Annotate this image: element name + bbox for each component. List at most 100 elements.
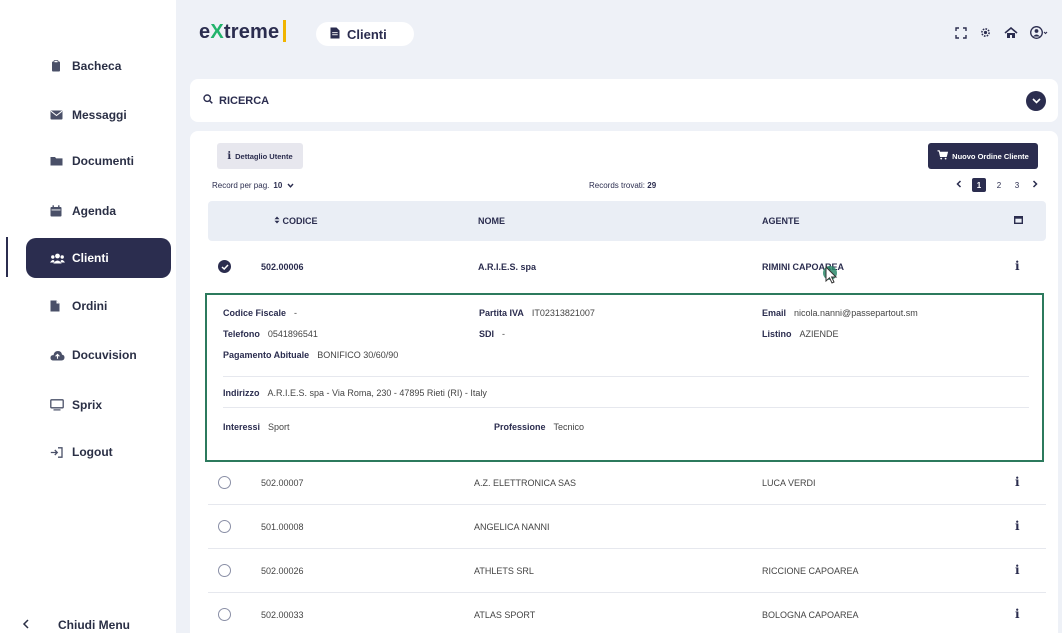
logo-bar — [283, 20, 287, 42]
sidebar-item-messaggi[interactable]: Messaggi — [26, 95, 171, 135]
envelope-icon — [50, 110, 72, 120]
chevron-down-icon — [287, 183, 294, 188]
column-header-codice[interactable]: CODICE — [274, 216, 318, 226]
sidebar-item-bacheca[interactable]: Bacheca — [26, 46, 171, 86]
column-header-nome[interactable]: NOME — [478, 216, 505, 226]
sidebar-item-label: Bacheca — [72, 59, 122, 73]
file-icon — [330, 27, 340, 42]
clients-table-card: i Dettaglio Utente Nuovo Ordine Cliente … — [190, 131, 1058, 633]
page-title: Clienti — [316, 22, 414, 46]
calendar-icon — [50, 205, 72, 217]
page-1-button[interactable]: 1 — [972, 178, 986, 192]
user-detail-button[interactable]: i Dettaglio Utente — [217, 143, 303, 169]
prev-page-button[interactable] — [954, 180, 964, 190]
detail-listino: Listino AZIENDE — [762, 329, 839, 339]
detail-pagamento: Pagamento Abituale BONIFICO 30/60/90 — [223, 350, 399, 360]
row-nome: A.R.I.E.S. spa — [478, 262, 537, 272]
chevron-left-icon — [22, 617, 58, 632]
divider — [223, 407, 1029, 408]
client-detail-panel: Codice Fiscale - Partita IVA IT02313821007… — [205, 293, 1044, 462]
page-3-button[interactable]: 3 — [1012, 181, 1022, 190]
active-indicator — [6, 237, 8, 277]
sidebar-item-label: Ordini — [72, 299, 108, 313]
folder-icon — [50, 156, 72, 166]
logout-icon — [50, 446, 72, 458]
users-icon — [50, 253, 72, 264]
user-menu-icon[interactable] — [1030, 26, 1048, 39]
new-order-button[interactable]: Nuovo Ordine Cliente — [928, 143, 1038, 169]
check-icon — [220, 263, 229, 270]
records-found: Records trovati: 29 — [589, 181, 657, 190]
column-header-agente[interactable]: AGENTE — [762, 216, 800, 226]
sidebar-item-label: Logout — [72, 445, 113, 459]
info-icon[interactable]: i — [1015, 475, 1020, 489]
table-row[interactable]: 502.00026 ATHLETS SRL RICCIONE CAPOAREA … — [208, 549, 1046, 593]
detail-telefono: Telefono 0541896541 — [223, 329, 318, 339]
records-per-page-select[interactable]: 10 — [273, 181, 294, 190]
info-icon[interactable]: i — [1015, 607, 1020, 621]
chevron-down-icon — [1031, 98, 1041, 104]
settings-icon[interactable] — [979, 26, 992, 39]
table-header: CODICE NOME AGENTE — [208, 201, 1046, 241]
divider — [223, 376, 1029, 377]
sidebar-item-logout[interactable]: Logout — [26, 432, 171, 472]
table-row[interactable]: 502.00033 ATLAS SPORT BOLOGNA CAPOAREA i — [208, 593, 1046, 633]
detail-interessi: Interessi Sport — [223, 422, 290, 432]
cart-icon — [937, 150, 949, 162]
detail-indirizzo: Indirizzo A.R.I.E.S. spa - Via Roma, 230 … — [223, 388, 487, 398]
column-toggle-icon[interactable] — [1013, 215, 1023, 226]
sort-icon — [274, 216, 283, 226]
page-2-button[interactable]: 2 — [994, 181, 1004, 190]
chevron-right-icon — [1032, 180, 1038, 188]
sidebar-item-agenda[interactable]: Agenda — [26, 191, 171, 231]
row-select-radio[interactable] — [218, 476, 231, 489]
info-icon[interactable]: i — [1015, 563, 1020, 577]
info-icon: i — [227, 150, 232, 162]
collapse-menu-button[interactable]: Chiudi Menu — [22, 617, 130, 632]
row-select-radio[interactable] — [218, 564, 231, 577]
detail-email: Email nicola.nanni@passepartout.sm — [762, 308, 918, 318]
info-icon[interactable]: i — [1015, 259, 1020, 273]
clipboard-icon — [50, 60, 72, 72]
monitor-icon — [50, 399, 72, 411]
sidebar-item-label: Messaggi — [72, 108, 127, 122]
detail-codice-fiscale: Codice Fiscale - — [223, 308, 298, 318]
mouse-cursor-icon — [823, 265, 838, 284]
pagination: 1 2 3 — [954, 178, 1040, 192]
sidebar-item-documenti[interactable]: Documenti — [26, 141, 171, 181]
cloud-upload-icon — [50, 350, 72, 361]
expand-search-button[interactable] — [1026, 91, 1046, 111]
row-select-radio[interactable] — [218, 608, 231, 621]
search-toggle-label[interactable]: RICERCA — [203, 94, 269, 107]
sidebar: Bacheca Messaggi Documenti Agenda Client… — [0, 0, 176, 633]
sidebar-item-docuvision[interactable]: Docuvision — [26, 335, 171, 375]
chevron-left-icon — [956, 180, 962, 188]
search-icon — [203, 94, 213, 107]
records-per-page: Record per pag. 10 — [212, 181, 294, 190]
sidebar-item-label: Sprix — [72, 398, 103, 412]
app-logo: eXtreme — [199, 20, 287, 44]
sidebar-item-label: Docuvision — [72, 348, 137, 362]
sidebar-item-sprix[interactable]: Sprix — [26, 385, 171, 425]
row-select-radio[interactable] — [218, 520, 231, 533]
sidebar-item-clienti[interactable]: Clienti — [26, 238, 171, 278]
sidebar-item-label: Agenda — [72, 204, 117, 218]
table-row[interactable]: 502.00007 A.Z. ELETTRONICA SAS LUCA VERD… — [208, 461, 1046, 505]
table-row[interactable]: 501.00008 ANGELICA NANNI i — [208, 505, 1046, 549]
sidebar-item-label: Clienti — [72, 251, 109, 265]
info-icon[interactable]: i — [1015, 519, 1020, 533]
detail-professione: Professione Tecnico — [494, 422, 585, 432]
collapse-menu-label: Chiudi Menu — [58, 617, 130, 632]
sidebar-item-label: Documenti — [72, 154, 135, 168]
table-row-selected[interactable]: 502.00006 A.R.I.E.S. spa RIMINI CAPOAREA… — [208, 245, 1046, 289]
fullscreen-icon[interactable] — [955, 26, 967, 39]
sidebar-item-ordini[interactable]: Ordini — [26, 286, 171, 326]
next-page-button[interactable] — [1030, 180, 1040, 190]
top-toolbar — [955, 26, 1048, 39]
search-panel: RICERCA — [190, 79, 1058, 122]
file-icon — [50, 300, 72, 312]
row-codice: 502.00006 — [261, 262, 304, 272]
detail-partita-iva: Partita IVA IT02313821007 — [479, 308, 595, 318]
row-select-radio[interactable] — [218, 260, 231, 273]
home-icon[interactable] — [1004, 26, 1018, 39]
